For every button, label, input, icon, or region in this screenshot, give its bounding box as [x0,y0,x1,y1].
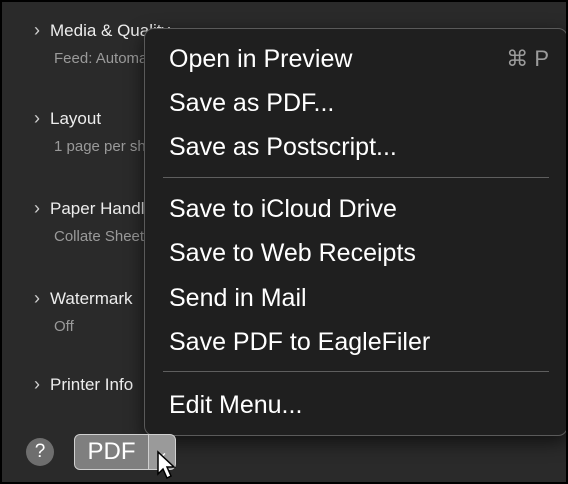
section-title: Layout [50,108,102,128]
menu-item-save-as-pdf[interactable]: Save as PDF... [169,83,549,123]
menu-item-save-to-icloud-drive[interactable]: Save to iCloud Drive [169,189,549,229]
menu-item-save-pdf-to-eaglefiler[interactable]: Save PDF to EagleFiler [169,322,549,362]
menu-item-open-in-preview[interactable]: Open in Preview ⌘ P [169,39,549,79]
menu-item-label: Save as PDF... [169,88,335,117]
chevron-right-icon: › [34,198,40,218]
chevron-right-icon: › [34,374,40,394]
menu-item-label: Save to iCloud Drive [169,194,397,223]
menu-item-save-to-web-receipts[interactable]: Save to Web Receipts [169,233,549,273]
section-title: Printer Info [50,374,134,394]
pdf-button-label[interactable]: PDF [75,435,148,469]
menu-item-label: Edit Menu... [169,390,303,419]
chevron-right-icon: › [34,108,40,128]
shortcut-label: ⌘ P [506,46,549,71]
section-subtitle: Off [54,318,74,335]
menu-item-label: Save to Web Receipts [169,238,416,267]
menu-item-label: Save as Postscript... [169,132,397,161]
menu-separator [163,177,549,178]
pdf-dropdown-menu: Open in Preview ⌘ P Save as PDF... Save … [144,28,566,436]
chevron-right-icon: › [34,20,40,40]
print-dialog: › Media & Quality Feed: Automatic › Layo… [0,0,568,484]
menu-item-save-as-postscript[interactable]: Save as Postscript... [169,127,549,167]
section-watermark[interactable]: › Watermark Off [34,288,133,335]
menu-item-edit-menu[interactable]: Edit Menu... [169,385,549,425]
mouse-pointer-icon [157,450,176,480]
menu-item-send-in-mail[interactable]: Send in Mail [169,278,549,318]
help-button[interactable]: ? [26,438,54,466]
menu-separator [163,371,549,372]
menu-item-label: Send in Mail [169,283,307,312]
chevron-right-icon: › [34,288,40,308]
section-printer-info[interactable]: › Printer Info [34,374,134,395]
menu-item-label: Open in Preview [169,44,353,73]
section-title: Watermark [50,288,133,308]
help-icon: ? [34,441,46,462]
menu-item-label: Save PDF to EagleFiler [169,327,431,356]
